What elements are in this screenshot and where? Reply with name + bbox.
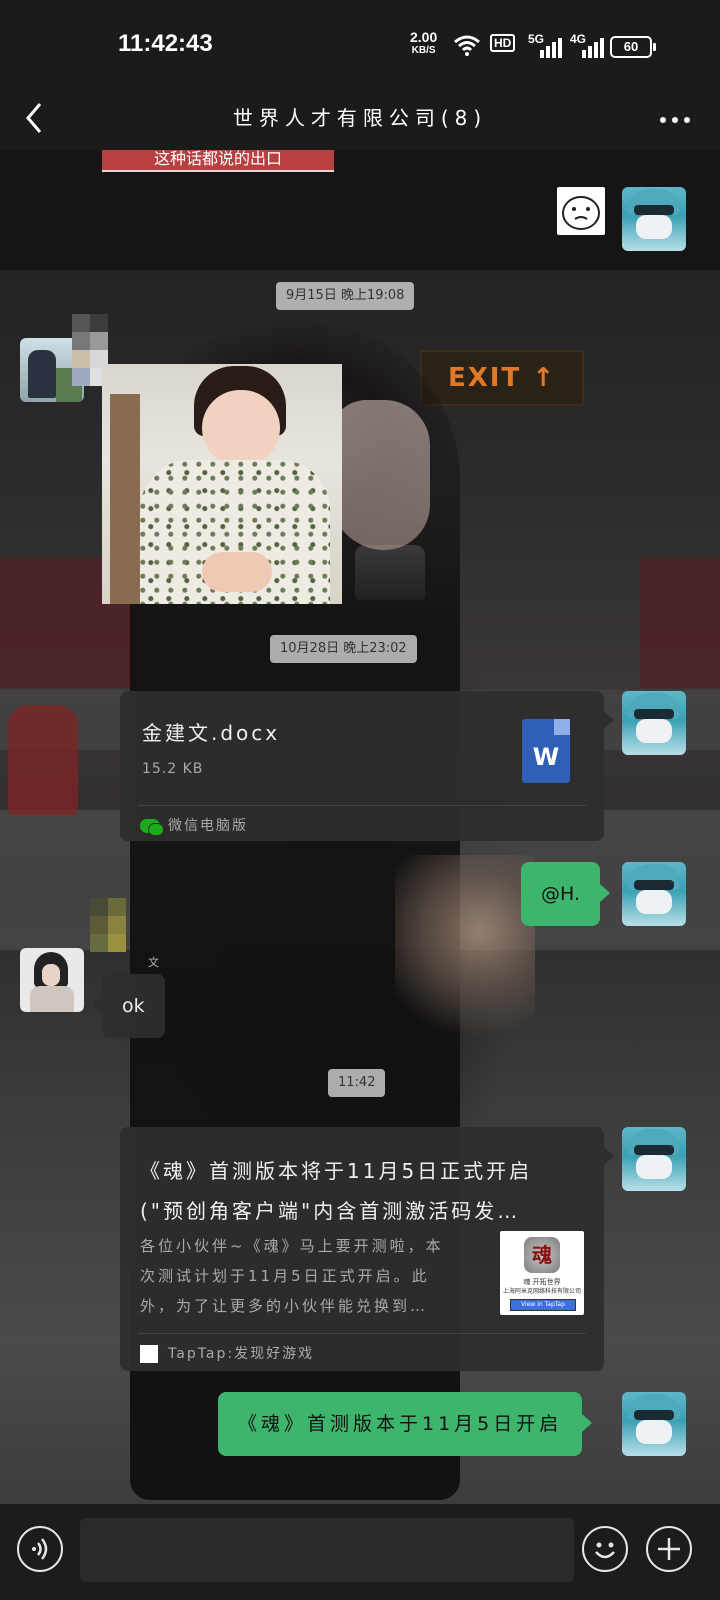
wifi-icon [453,34,481,59]
my-avatar[interactable] [622,691,686,755]
wechat-icon [140,819,164,836]
file-size: 15.2 KB [142,761,204,777]
card-divider [138,1333,586,1334]
timestamp: 10月28日 晚上23:02 [270,635,417,663]
thumb-text: 上海阿米克网络科技有限公司 [502,1288,581,1295]
thumb-button: View in TapTap [510,1299,576,1311]
bg-wall-panel [640,558,720,688]
link-title-line: 《魂》首测版本将于11月5日正式开启 [140,1159,533,1183]
link-description: 各位小伙伴~《魂》马上要开测啦，本 次测试计划于11月5日正式开启。此 外，为了… [140,1231,470,1321]
text-message-mention[interactable]: @H. [521,862,610,926]
image-message-baby-photo[interactable] [102,364,342,604]
net-speed-unit: KB/S [411,45,436,56]
status-bar: 11:42:43 2.00 KB/S HD 5G 4G 60 [0,0,720,90]
text-message-last[interactable]: 《魂》首测版本于11月5日开启 [218,1392,593,1456]
sender-name: 文 [148,956,159,969]
plus-icon[interactable] [646,1526,692,1572]
file-source-label: 微信电脑版 [168,818,248,834]
signal-bars-icon [530,38,562,61]
taptap-icon [140,1345,158,1363]
bg-bouquet [395,855,535,1045]
exit-sign: EXIT ↑ [420,350,584,406]
signal-bars-icon [572,38,604,61]
my-avatar[interactable] [622,1127,686,1191]
link-message-card[interactable]: 《魂》首测版本将于11月5日正式开启 ("预创角客户端"内含首测激活码发… 各位… [120,1127,614,1371]
game-logo-icon: 魂 [524,1237,560,1273]
message-input[interactable] [80,1518,574,1582]
file-message-card[interactable]: 金建文.docx 15.2 KB W 微信电脑版 [120,691,614,841]
text-message-ok[interactable]: ok [92,974,165,1038]
file-source: 微信电脑版 [140,815,248,836]
my-avatar[interactable] [622,187,686,251]
link-desc-line: 外，为了让更多的小伙伴能兑换到… [140,1297,429,1315]
battery-icon: 60 [610,36,656,58]
chat-title: 世界人才有限公司(8) [232,106,488,130]
link-thumbnail: 魂 魂 开拓世界 上海阿米克网络科技有限公司 View in TapTap [500,1231,584,1315]
my-avatar[interactable] [622,1392,686,1456]
chat-header: 世界人才有限公司(8) [0,90,720,150]
bg-face [330,400,430,550]
link-source-label: TapTap:发现好游戏 [168,1346,315,1362]
hd-icon: HD [490,34,516,52]
link-desc-line: 次测试计划于11月5日正式开启。此 [140,1267,430,1285]
word-doc-icon: W [522,719,570,783]
voice-input-icon[interactable] [17,1526,63,1572]
my-avatar[interactable] [622,862,686,926]
more-dots-icon[interactable] [655,100,695,140]
partial-image-message[interactable]: 这种话都说的出口 [102,150,334,172]
bg-red-stool [8,705,78,815]
link-source: TapTap:发现好游戏 [140,1343,314,1363]
input-bar [0,1504,720,1600]
emoji-icon[interactable] [582,1526,628,1572]
net-speed-value: 2.00 [410,29,438,45]
link-title-line: ("预创角客户端"内含首测激活码发… [140,1199,521,1223]
timestamp: 9月15日 晚上19:08 [276,282,415,310]
card-divider [138,805,586,806]
timestamp: 11:42 [328,1069,386,1097]
link-desc-line: 各位小伙伴~《魂》马上要开测啦，本 [140,1237,444,1255]
member-avatar[interactable] [20,948,84,1012]
net-speed: 2.00 KB/S [410,30,437,58]
link-title: 《魂》首测版本将于11月5日正式开启 ("预创角客户端"内含首测激活码发… [140,1151,560,1231]
status-time: 11:42:43 [118,30,213,57]
file-name: 金建文.docx [142,721,281,745]
sticker-message[interactable] [557,187,605,235]
